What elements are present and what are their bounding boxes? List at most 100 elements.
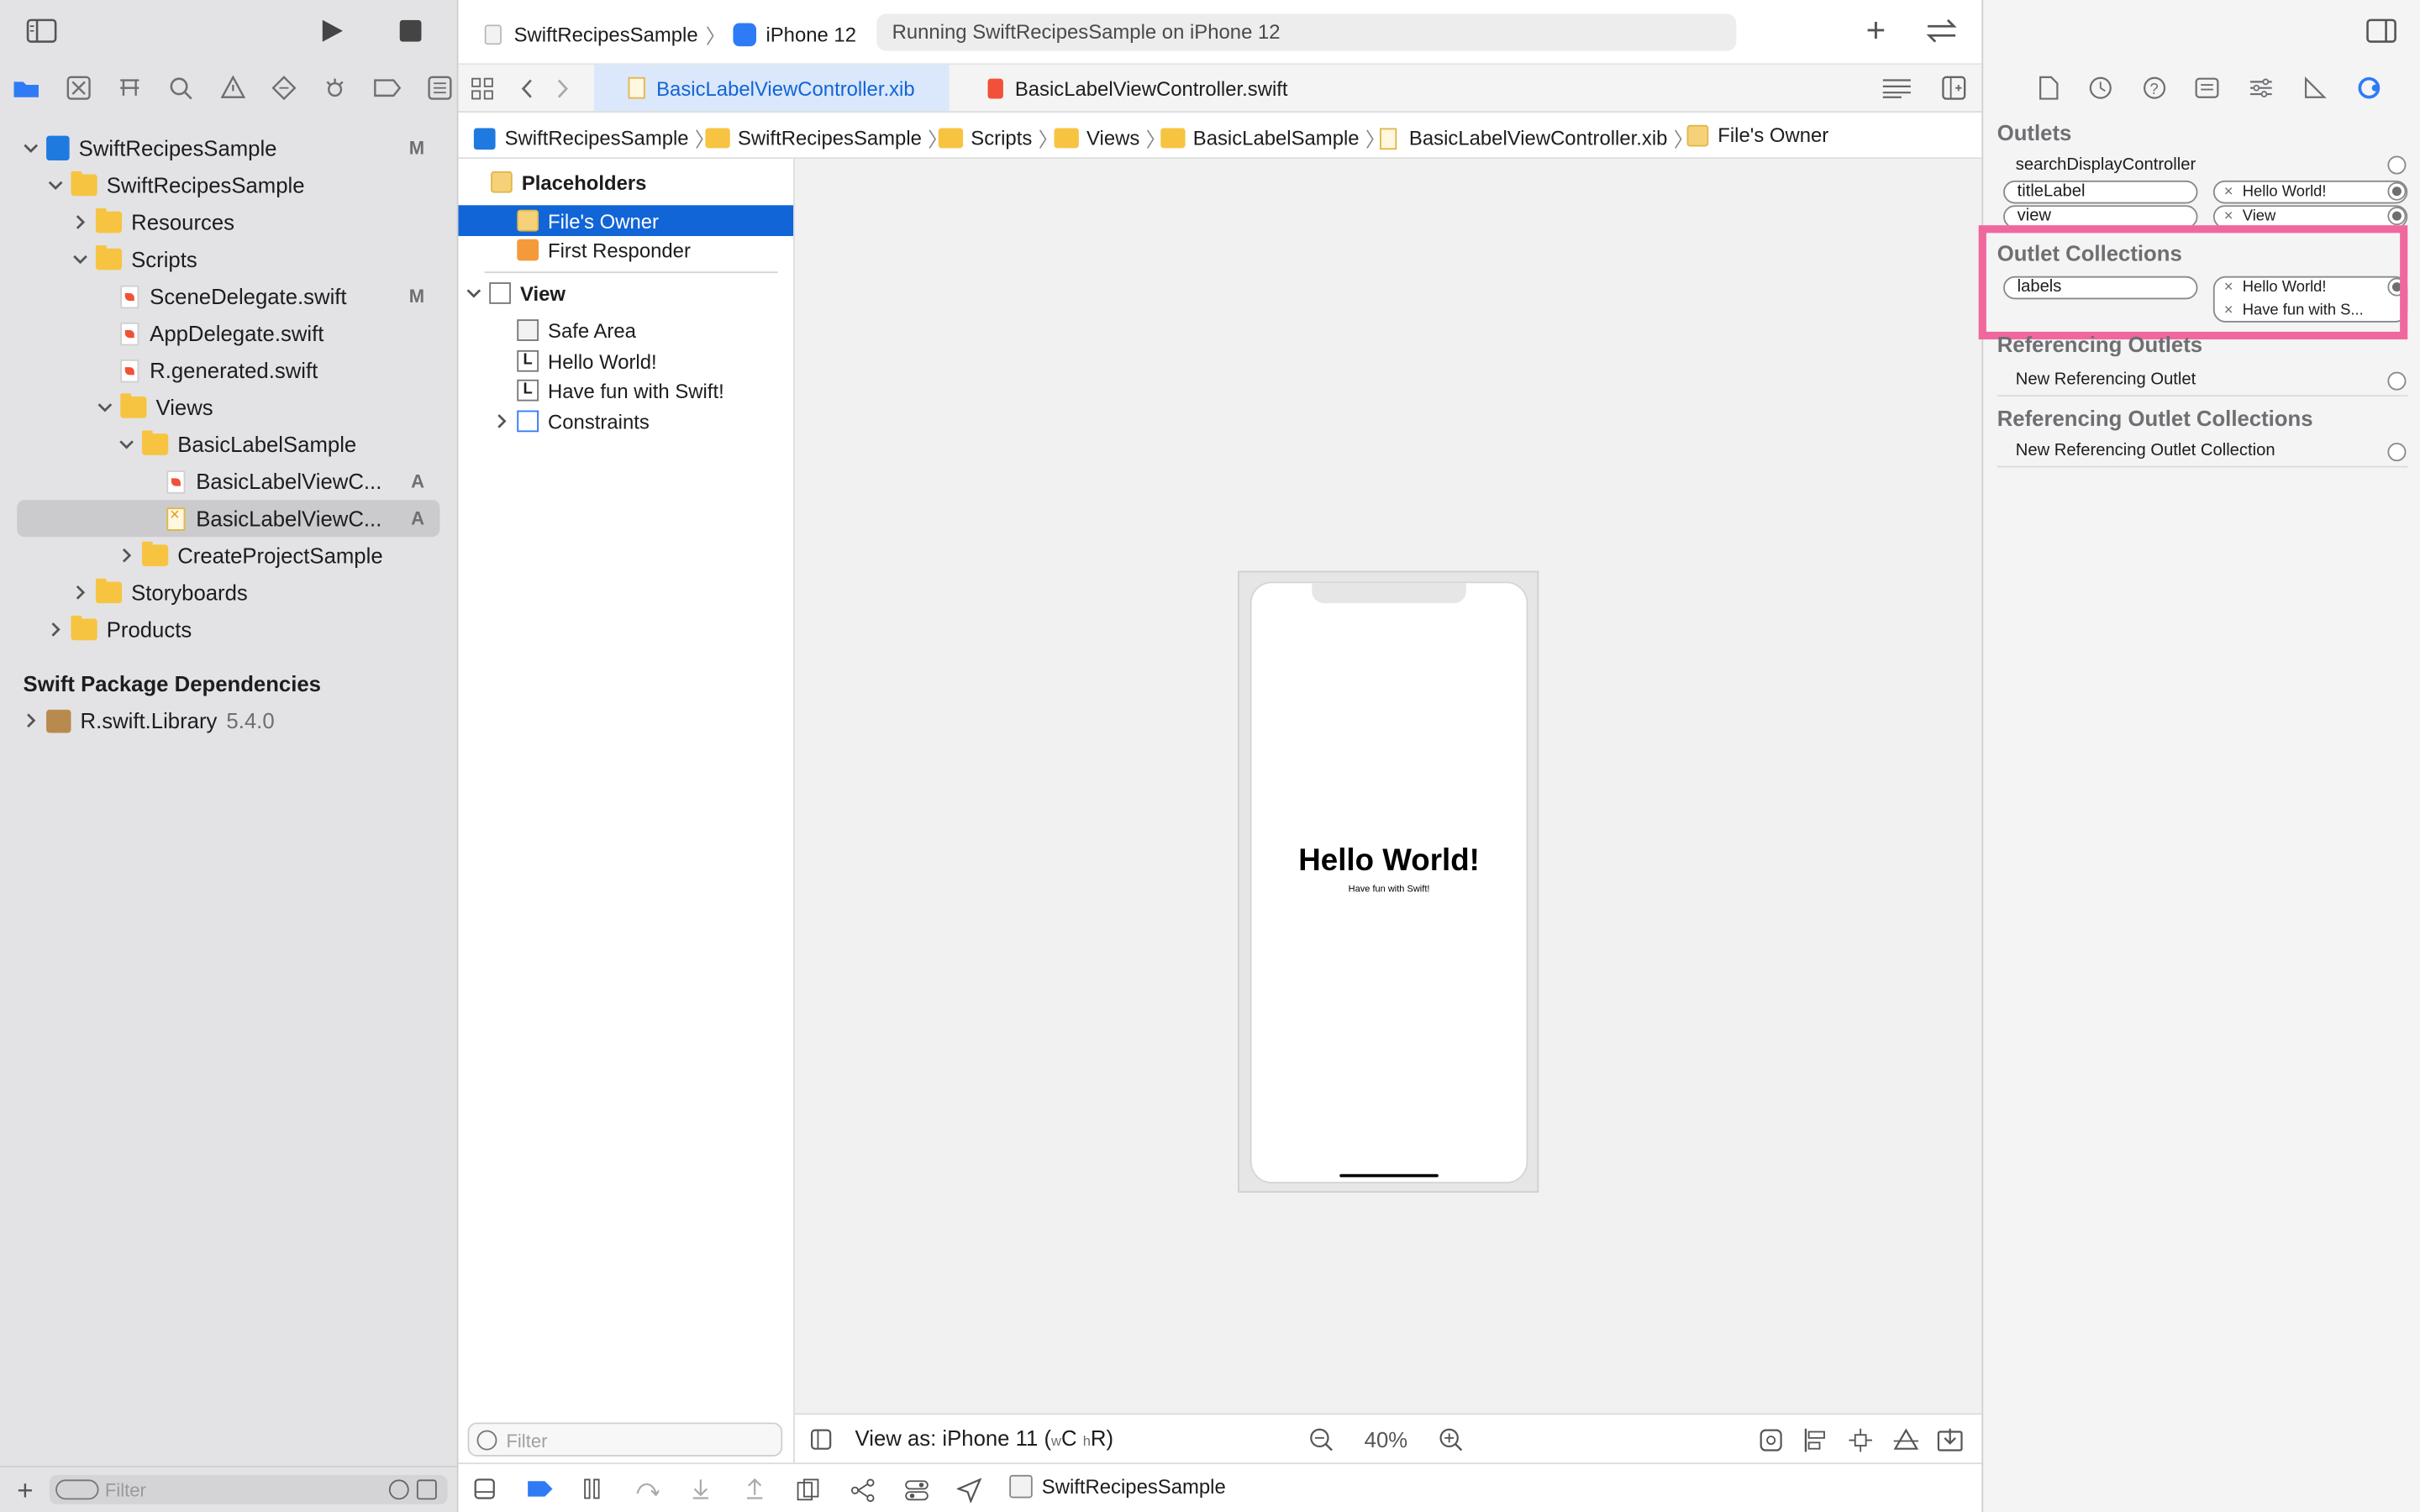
tab-xib[interactable]: BasicLabelViewController.xib [594,65,950,112]
history-inspector-icon[interactable] [2088,76,2112,100]
zoom-in-icon[interactable] [1439,1427,1463,1452]
chevron-down-icon[interactable] [46,176,65,194]
breadcrumb-basiclabelsample[interactable]: BasicLabelSample 〉 [1160,123,1386,153]
tree-row-file[interactable]: R.generated.swift [0,352,459,389]
run-button-icon[interactable] [319,18,344,43]
breadcrumb-project[interactable]: SwiftRecipesSample〉 [473,123,715,153]
environment-overrides-icon[interactable] [904,1478,929,1503]
align-icon[interactable] [1802,1427,1828,1453]
test-diamond-icon[interactable] [271,76,296,101]
stop-button-icon[interactable] [399,19,422,42]
tree-row-file[interactable]: BasicLabelViewC... A [0,463,459,500]
breadcrumb-scripts[interactable]: Scripts 〉 [938,123,1059,153]
tree-row-createprojectsample[interactable]: CreateProjectSample [0,537,459,574]
process-selector[interactable]: SwiftRecipesSample [1009,1474,1226,1499]
tree-row-project[interactable]: SwiftRecipesSample M [0,129,459,166]
outline-filter-field[interactable]: Filter [467,1422,783,1457]
step-out-icon[interactable] [744,1478,765,1500]
hello-world-label[interactable]: Hello World! [1252,844,1527,879]
folder-icon[interactable] [13,77,40,99]
chevron-down-icon[interactable] [96,398,114,417]
filter-field[interactable]: Filter [49,1474,448,1504]
iphone-view[interactable]: Hello World! Have fun with Swift! [1249,581,1528,1184]
help-inspector-icon[interactable]: ? [2142,76,2166,100]
size-inspector-icon[interactable] [2303,76,2328,100]
tree-row-views[interactable]: Views [0,389,459,426]
breadcrumb-views[interactable]: Views 〉 [1054,123,1166,153]
breakpoints-active-icon[interactable] [526,1479,554,1498]
have-fun-label[interactable]: Have fun with Swift! [1252,885,1527,895]
update-frames-icon[interactable] [1758,1427,1784,1453]
scheme-selector[interactable]: SwiftRecipesSample 〉 iPhone 12 [484,20,856,50]
tree-row-products[interactable]: Products [0,611,459,648]
breadcrumb-group[interactable]: SwiftRecipesSample〉 [705,123,948,153]
interface-builder-canvas[interactable]: Hello World! Have fun with Swift! [794,159,1982,1414]
inspector-toggle-icon[interactable] [2366,18,2397,43]
outlet-view[interactable]: view [2003,205,2198,226]
issue-warning-icon[interactable] [219,75,245,100]
step-into-icon[interactable] [690,1478,712,1500]
outline-label-hello[interactable]: L Hello World! [459,345,794,376]
recent-files-icon[interactable] [388,1479,409,1500]
location-icon[interactable] [956,1478,982,1503]
chevron-down-icon[interactable] [465,287,483,300]
identity-inspector-icon[interactable] [2196,77,2220,99]
outline-safe-area[interactable]: Safe Area [459,315,794,346]
resolve-issues-icon[interactable] [1892,1427,1920,1453]
zoom-level[interactable]: 40% [1365,1427,1407,1452]
add-icon[interactable]: + [17,1475,33,1508]
pause-icon[interactable] [583,1478,602,1500]
step-over-icon[interactable] [634,1478,660,1500]
forward-icon[interactable] [557,79,570,99]
tree-row-basiclabelsample[interactable]: BasicLabelSample [0,426,459,463]
outlet-connection-circle[interactable] [2387,371,2407,391]
outline-constraints[interactable]: Constraints [459,406,794,437]
outlet-connection-circle[interactable] [2387,207,2407,226]
back-icon[interactable] [520,79,533,99]
source-control-icon[interactable] [66,76,91,100]
sidebar-toggle-icon[interactable] [26,18,57,43]
document-outline-toggle-icon[interactable] [810,1429,832,1451]
breadcrumb-files-owner[interactable]: File's Owner [1686,123,1828,146]
chevron-right-icon[interactable] [71,583,89,601]
view-as-device[interactable]: View as: iPhone 11 (wC hR) [855,1425,1114,1450]
outline-files-owner[interactable]: File's Owner [458,205,794,237]
code-review-icon[interactable] [1924,18,1958,43]
tab-swift[interactable]: BasicLabelViewController.swift [952,65,1323,111]
attributes-inspector-icon[interactable] [2249,76,2274,100]
connections-inspector-icon[interactable] [2357,76,2381,100]
chevron-right-icon[interactable] [71,213,89,231]
tree-row-file-selected[interactable]: BasicLabelViewC... A [0,500,459,537]
tree-row-storyboards[interactable]: Storyboards [0,574,459,611]
chevron-right-icon[interactable] [46,620,65,638]
outline-label-havefun[interactable]: L Have fun with Swift! [459,375,794,406]
tree-row-file[interactable]: AppDelegate.swift [0,315,459,352]
related-items-icon[interactable] [471,77,494,101]
outlet-target[interactable]: View [2212,205,2408,226]
editor-options-icon[interactable] [1881,79,1912,99]
breakpoint-icon[interactable] [373,79,402,97]
chevron-down-icon[interactable] [71,250,89,269]
tree-row-group[interactable]: SwiftRecipesSample [0,166,459,203]
symbol-navigator-icon[interactable] [118,76,142,100]
chevron-right-icon[interactable] [492,413,511,428]
scm-filter-icon[interactable] [416,1479,437,1500]
breadcrumb-xib[interactable]: BasicLabelViewController.xib 〉 [1380,123,1694,153]
zoom-out-icon[interactable] [1309,1427,1334,1452]
tree-row-resources[interactable]: Resources [0,203,459,240]
add-library-icon[interactable]: + [1866,11,1886,51]
tree-row-file[interactable]: SceneDelegate.swift M [0,278,459,315]
chevron-right-icon[interactable] [118,546,136,564]
chevron-down-icon[interactable] [118,435,136,454]
split-editor-icon[interactable] [1942,76,1966,100]
scene-frame[interactable]: Hello World! Have fun with Swift! [1238,570,1539,1193]
file-inspector-icon[interactable] [2039,76,2059,100]
outlet-connection-circle[interactable] [2387,181,2407,201]
debug-spray-icon[interactable] [322,76,346,100]
report-icon[interactable] [428,76,452,100]
chevron-down-icon[interactable] [22,139,40,157]
search-icon[interactable] [169,76,193,100]
filter-options-icon[interactable] [55,1479,99,1500]
embed-in-icon[interactable] [1937,1427,1963,1453]
outlet-connection-circle[interactable] [2387,155,2407,175]
